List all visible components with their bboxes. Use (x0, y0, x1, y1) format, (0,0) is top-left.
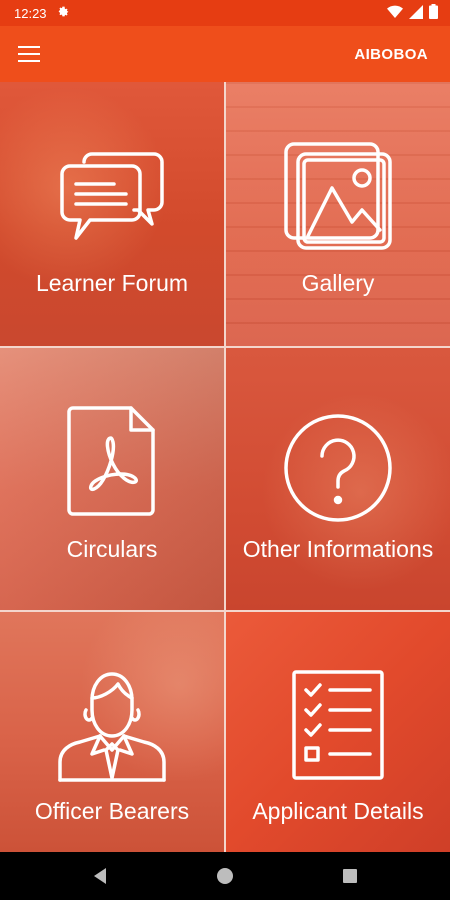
gear-icon (57, 5, 70, 21)
battery-icon (429, 4, 438, 22)
tile-label: Applicant Details (252, 798, 424, 824)
app-title: AIBOBOA (354, 45, 428, 63)
chat-bubbles-icon (56, 144, 168, 249)
tile-label: Circulars (66, 536, 158, 562)
tile-label: Gallery (301, 270, 375, 296)
tile-label: Officer Bearers (34, 798, 190, 824)
app-bar: AIBOBOA (0, 26, 450, 82)
recents-icon[interactable] (288, 852, 413, 900)
status-time: 12:23 (14, 5, 47, 21)
back-icon[interactable] (38, 852, 163, 900)
tile-learner-forum[interactable]: Learner Forum (0, 82, 224, 346)
image-gallery-icon (282, 140, 394, 257)
system-nav-bar (0, 852, 450, 900)
home-icon[interactable] (163, 852, 288, 900)
hamburger-menu-icon[interactable] (0, 26, 58, 82)
tile-officer-bearers[interactable]: Officer Bearers (0, 612, 224, 852)
tile-label: Other Informations (242, 536, 434, 562)
tile-other-informations[interactable]: Other Informations (226, 348, 450, 610)
tile-circulars[interactable]: Circulars (0, 348, 224, 610)
person-suit-icon (56, 668, 168, 789)
signal-icon (409, 4, 423, 22)
tile-label: Learner Forum (35, 270, 189, 296)
tile-gallery[interactable]: Gallery (226, 82, 450, 346)
pdf-document-icon (67, 404, 157, 523)
menu-grid: Learner Forum Gallery Circulars Other In… (0, 82, 450, 852)
status-bar: 12:23 (0, 0, 450, 26)
wifi-icon (387, 5, 403, 22)
question-circle-icon (282, 412, 394, 529)
tile-applicant-details[interactable]: Applicant Details (226, 612, 450, 852)
checklist-icon (290, 668, 386, 787)
